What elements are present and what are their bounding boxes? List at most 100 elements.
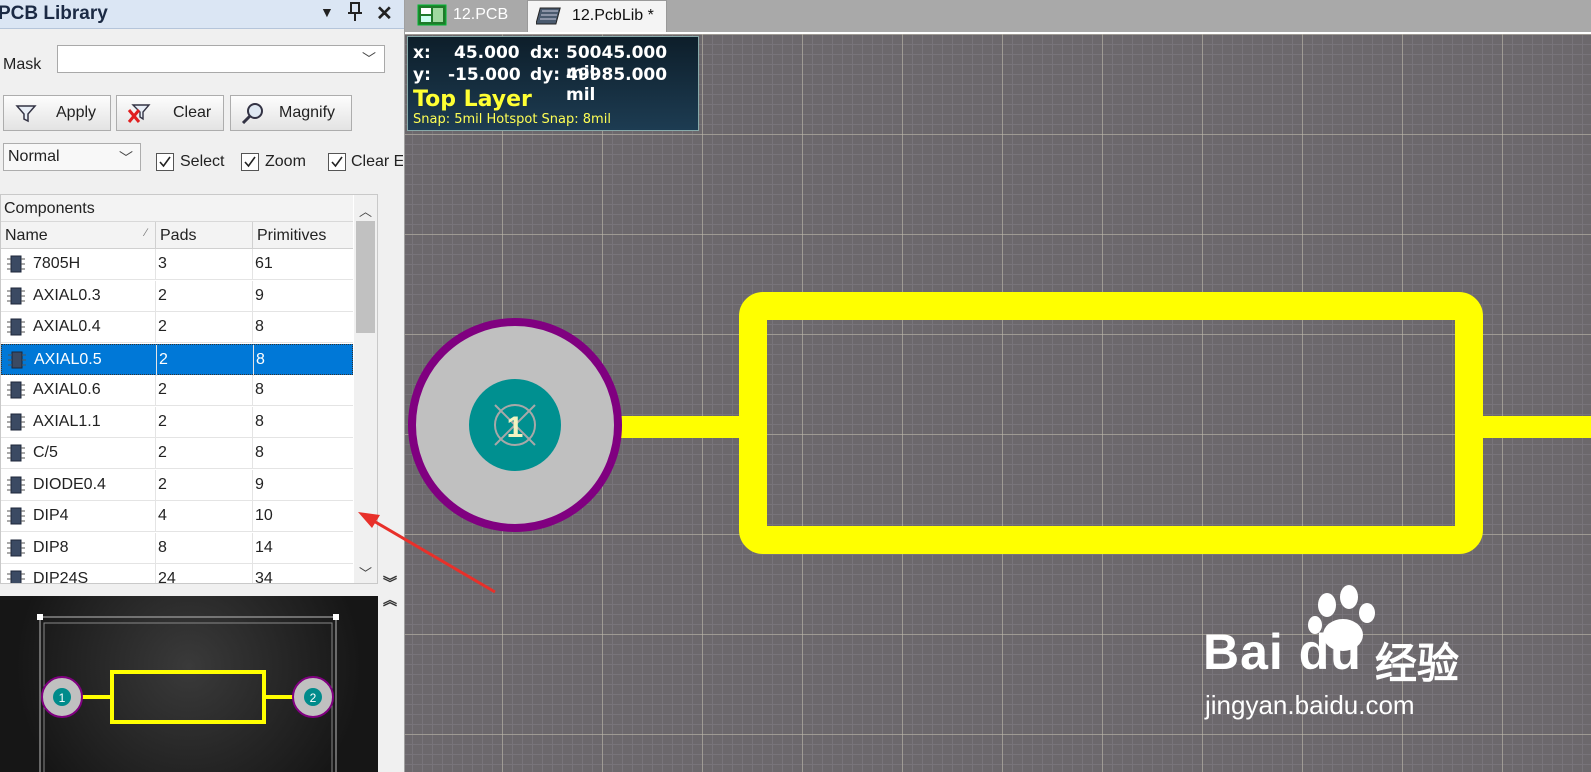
table-row[interactable]: AXIAL0.4 2 8 [1,312,353,343]
clear-button[interactable]: Clear [116,95,224,131]
table-row[interactable]: AXIAL0.3 2 9 [1,280,353,312]
hud-dy-value: 49985.000 mil [566,65,668,105]
tab-12-pcb[interactable]: 12.PCB [409,0,521,32]
cell-pads: 2 [158,475,167,493]
scroll-down-icon[interactable]: ﹀ [359,563,372,582]
table-scrollbar[interactable]: ︿ ﹀ [354,195,377,583]
cell-pads: 3 [158,255,167,272]
cell-divider [252,249,253,280]
table-row[interactable]: DIP24S 24 34 [1,564,353,584]
column-name-label: Name [5,227,48,244]
cell-divider [155,564,156,583]
cell-divider [155,501,156,532]
cell-divider [253,344,254,376]
cell-name: AXIAL0.3 [33,286,101,304]
cell-name: AXIAL0.6 [33,381,101,398]
table-row[interactable]: DIODE0.4 2 9 [1,469,353,501]
magnify-button[interactable]: Magnify [230,95,352,131]
cell-pads: 2 [158,412,167,430]
watermark-url: jingyan.baidu.com [1205,690,1415,720]
expand-up-icon[interactable]: ︽ [383,590,397,610]
cell-pads: 2 [158,381,167,398]
zoom-checkbox[interactable] [241,153,259,171]
checkmark-icon [159,156,171,168]
cell-name: DIP4 [33,507,69,524]
component-icon [7,413,25,430]
preview-footprint: 1 2 [37,614,339,772]
table-row[interactable]: AXIAL1.1 2 8 [1,406,353,438]
clear-label: Clear [173,104,212,121]
baidu-watermark: Bai du 经验 jingyan.baidu.com [1195,585,1495,725]
table-row[interactable]: C/5 2 8 [1,438,353,469]
cell-divider [155,280,156,312]
panel-title-bar: PCB Library ▼ ✕ [0,0,404,29]
coordinate-hud: x: 45.000 dx: 50045.000 mil y: -15.000 d… [407,36,699,131]
hud-y-value: -15.000 [448,65,521,85]
tab-12-pcblib[interactable]: 12.PcbLib * [527,0,667,32]
pin-icon[interactable] [347,2,363,27]
magnifier-icon [241,103,263,124]
component-icon [7,476,25,493]
table-row[interactable]: AXIAL0.5 2 8 [1,343,353,376]
pcblib-doc-icon [536,7,561,25]
cell-pads: 24 [158,570,176,584]
cell-primitives: 8 [255,444,264,461]
scrollbar-thumb[interactable] [356,221,375,333]
clear-existing-checkbox[interactable] [328,153,346,171]
watermark-brand: Bai du [1203,624,1362,680]
hud-current-layer: Top Layer [413,87,532,112]
clear-filter-icon [127,104,151,123]
table-row[interactable]: DIP4 4 10 [1,501,353,532]
apply-label: Apply [56,104,97,121]
document-tab-bar: 12.PCB 12.PcbLib * [405,0,1591,32]
mask-input[interactable]: ﹀ [57,45,385,73]
silkscreen-lead-left [605,416,745,438]
cell-primitives: 8 [255,381,264,398]
preview-pad-1-label: 1 [59,691,66,705]
cell-primitives: 61 [255,255,273,272]
select-checkbox[interactable] [156,153,174,171]
preview-handle [37,614,43,620]
apply-button[interactable]: Apply [3,95,111,131]
component-icon [7,255,25,273]
panel-title: PCB Library [0,3,108,24]
watermark-chinese: 经验 [1375,640,1460,687]
select-checkbox-label: Select [180,153,225,170]
cell-divider [252,406,253,438]
chevron-down-icon[interactable]: ﹀ [362,49,376,69]
mode-select[interactable]: Normal ﹀ [3,143,141,171]
cell-divider [252,375,253,406]
scroll-up-icon[interactable]: ︿ [359,201,372,220]
cell-divider [252,280,253,312]
hud-snap-info: Snap: 5mil Hotspot Snap: 8mil [413,112,611,127]
components-group-header: Components [1,195,353,222]
close-icon[interactable]: ✕ [376,1,393,26]
cell-divider [252,438,253,469]
cell-name: DIODE0.4 [33,475,106,493]
preview-pad-2-label: 2 [310,691,317,705]
hud-y-label: y: [413,65,431,85]
table-row[interactable]: AXIAL0.6 2 8 [1,375,353,406]
hud-dx-label: dx: [530,43,560,63]
cell-pads: 4 [158,507,167,524]
checkmark-icon [244,156,256,168]
column-header-primitives[interactable]: Primitives [253,222,353,248]
tab-12-pcblib-label: 12.PcbLib * [572,7,654,24]
components-label: Components [4,200,95,217]
pcb-doc-icon [417,4,447,26]
hud-dy-label: dy: [530,65,561,85]
cell-primitives: 9 [255,475,264,493]
magnify-label: Magnify [279,104,336,121]
column-header-pads[interactable]: Pads [156,222,253,248]
filter-icon [15,105,37,123]
checkmark-icon [331,156,343,168]
table-row[interactable]: 7805H 3 61 [1,249,353,280]
sort-icon: ∕ [145,227,147,239]
component-icon [7,539,25,556]
cell-pads: 2 [158,286,167,304]
pad-1-designator: 1 [507,411,524,444]
table-row[interactable]: DIP8 8 14 [1,532,353,564]
column-header-name[interactable]: Name ∕ [1,222,156,248]
dropdown-arrow-icon[interactable]: ▼ [320,4,334,20]
component-icon [7,381,25,399]
